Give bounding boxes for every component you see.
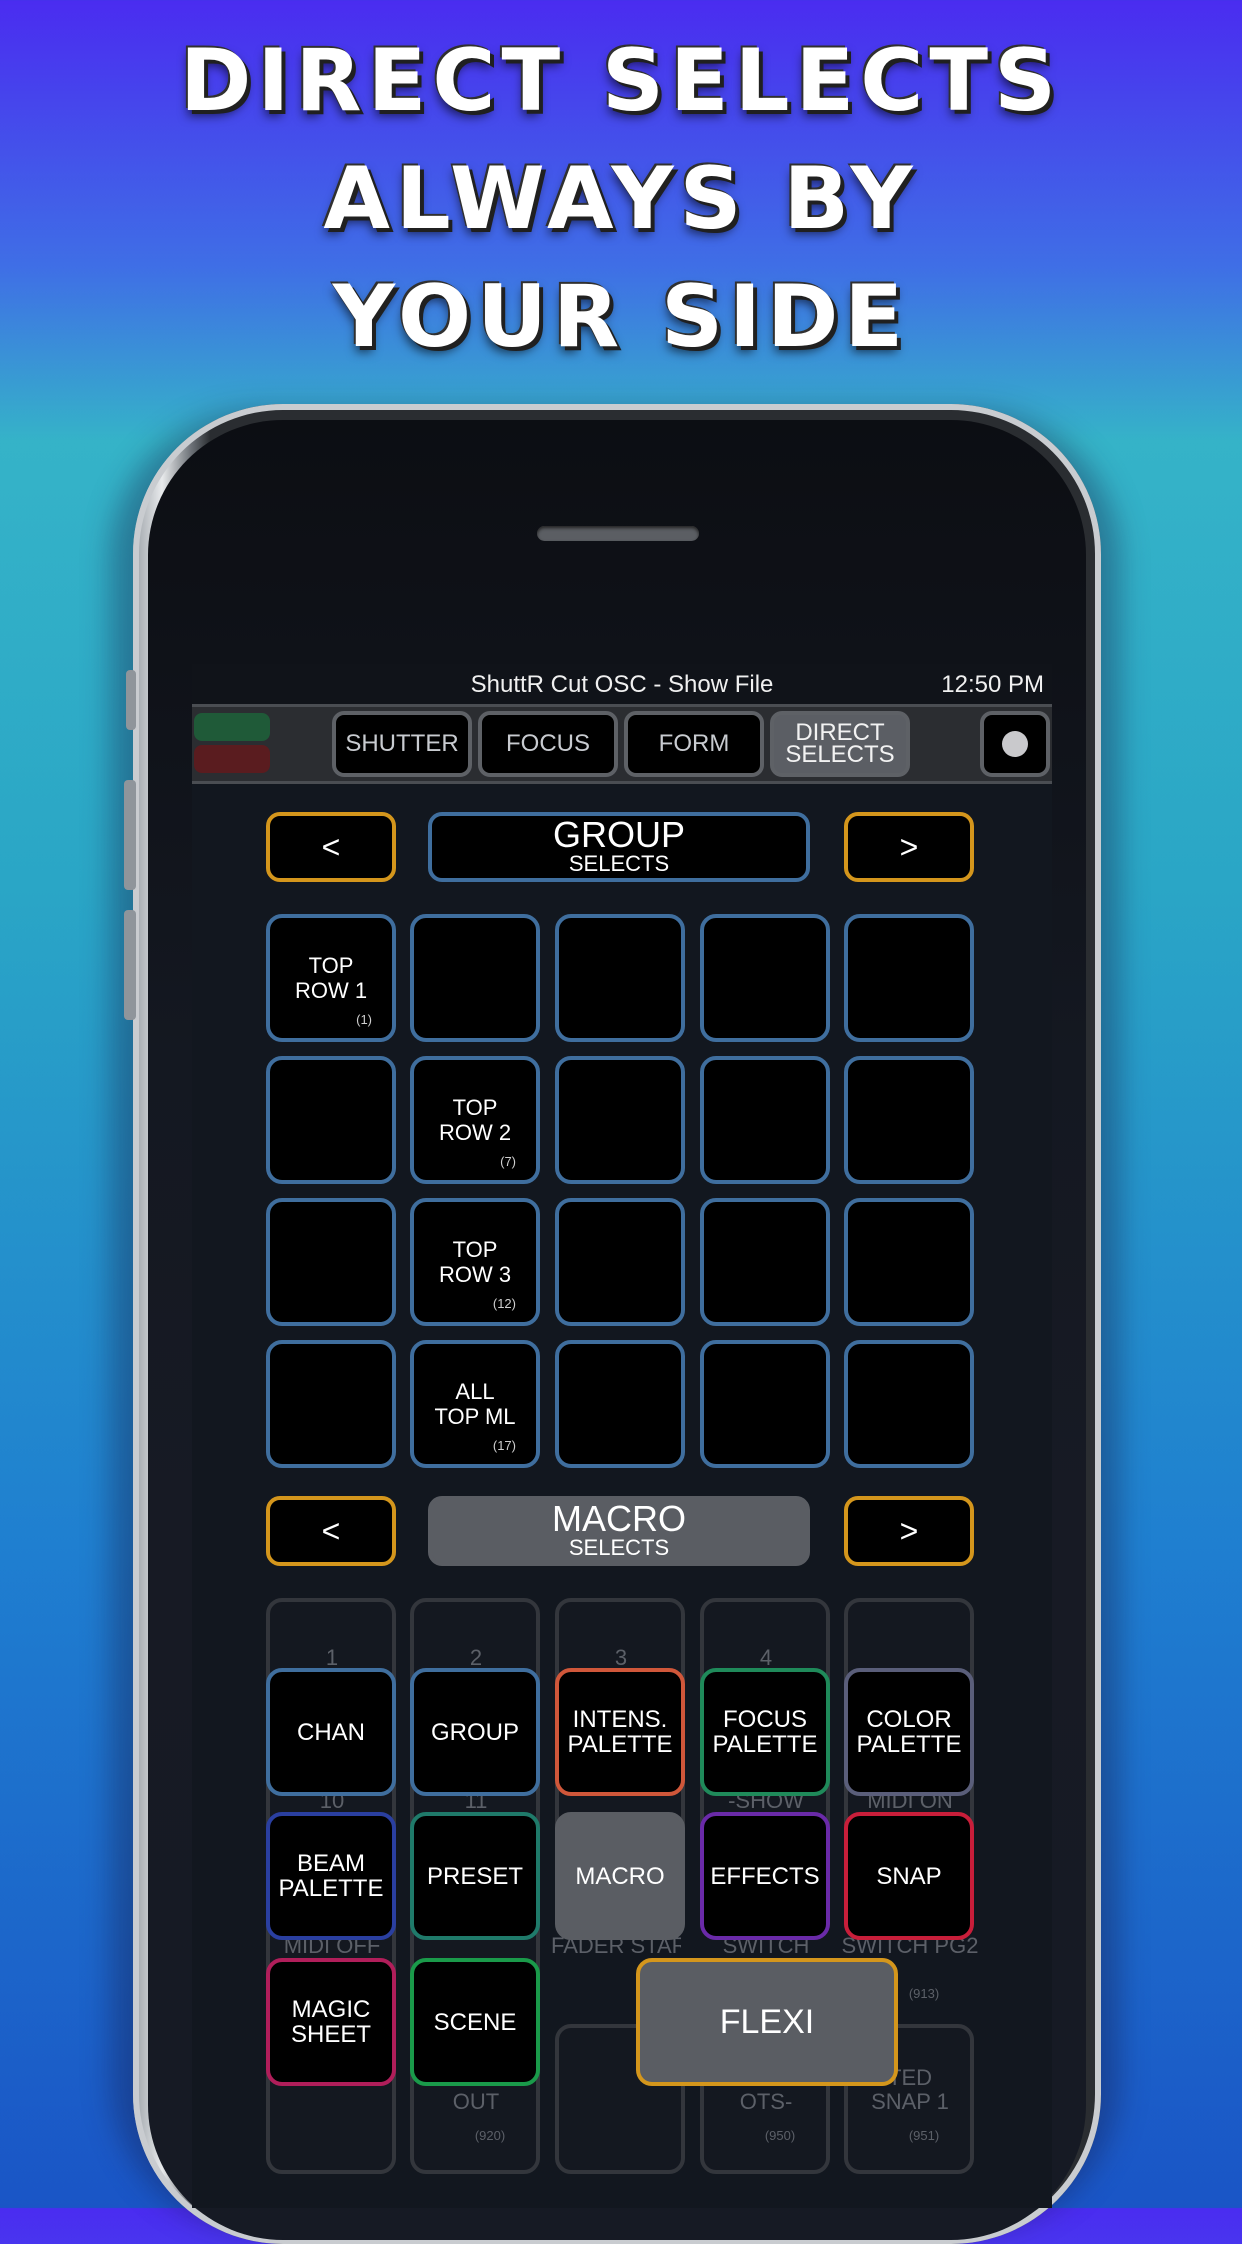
group-cell[interactable]	[844, 1056, 974, 1184]
tab-shutter[interactable]: SHUTTER	[332, 711, 472, 777]
clock: 12:50 PM	[941, 671, 1044, 698]
group-cell-line1: TOP	[452, 1095, 498, 1120]
group-cell-line1: ALL	[455, 1379, 495, 1404]
volume-down-button	[124, 910, 136, 1020]
group-cell-number: (7)	[500, 1154, 516, 1169]
macro-number: 1	[325, 1645, 339, 1670]
group-cell[interactable]	[555, 1056, 685, 1184]
menu-effects-button[interactable]: EFFECTS	[700, 1812, 830, 1940]
phone-speaker	[537, 526, 699, 541]
group-cell-line2: TOP ML	[434, 1404, 516, 1429]
tab-direct-selects[interactable]: DIRECT SELECTS	[770, 711, 910, 777]
group-cell[interactable]	[266, 1340, 396, 1468]
macro-label: SNAP 1	[871, 2089, 949, 2114]
menu-preset-button[interactable]: PRESET	[410, 1812, 540, 1940]
menu-magic-sheet-button[interactable]: MAGIC SHEET	[266, 1958, 396, 2086]
group-cell-number: (17)	[492, 1438, 516, 1453]
macro-selects-title: MACRO	[552, 1498, 686, 1539]
group-cell-line1: TOP	[452, 1237, 498, 1262]
group-cell[interactable]: ALL TOP ML (17)	[410, 1340, 540, 1468]
app-screen: ShuttR Cut OSC - Show File 12:50 PM SHUT…	[192, 664, 1052, 2208]
macro-number: (920)	[474, 2128, 506, 2143]
tab-direct-selects-line2: SELECTS	[785, 741, 895, 768]
menu-color-palette-button[interactable]: COLOR PALETTE	[844, 1668, 974, 1796]
macro-label: OTS-	[739, 2089, 793, 2114]
group-cell[interactable]: TOP ROW 2 (7)	[410, 1056, 540, 1184]
headline-line-3: YOUR SIDE	[332, 267, 910, 367]
group-cell[interactable]	[266, 1056, 396, 1184]
group-cell[interactable]: TOP ROW 3 (12)	[410, 1198, 540, 1326]
menu-scene-button[interactable]: SCENE	[410, 1958, 540, 2086]
toolbar: SHUTTER FOCUS FORM DIRECT SELECTS	[192, 704, 1052, 784]
group-cell-line2: ROW 1	[294, 978, 368, 1003]
group-cell[interactable]	[700, 1340, 830, 1468]
menu-macro-button[interactable]: MACRO	[555, 1812, 685, 1940]
macro-number: 3	[614, 1645, 628, 1670]
macro-number: (951)	[908, 2128, 940, 2143]
app-title: ShuttR Cut OSC - Show File	[470, 671, 774, 698]
group-cell[interactable]	[844, 1340, 974, 1468]
group-cell[interactable]	[844, 1198, 974, 1326]
status-indicator-red	[194, 745, 270, 773]
group-cell-number: (1)	[356, 1012, 372, 1027]
menu-intensity-palette-button[interactable]: INTENS. PALETTE	[555, 1668, 685, 1796]
volume-up-button	[124, 780, 136, 890]
group-cell[interactable]	[410, 914, 540, 1042]
headline-line-1: DIRECT SELECTS	[179, 31, 1063, 131]
macro-number: 4	[759, 1645, 773, 1670]
macro-prev-button[interactable]: <	[266, 1496, 396, 1566]
group-cell[interactable]	[555, 1340, 685, 1468]
group-cell[interactable]	[266, 1198, 396, 1326]
group-cell-line2: ROW 2	[438, 1120, 512, 1145]
menu-snap-button[interactable]: SNAP	[844, 1812, 974, 1940]
group-cell-line2: ROW 3	[438, 1262, 512, 1287]
group-selects-title: GROUP	[552, 814, 685, 855]
headline: DIRECT SELECTS ALWAYS BY YOUR SIDE	[0, 22, 1242, 376]
group-selects-header[interactable]: GROUP SELECTS	[428, 812, 810, 882]
tab-focus[interactable]: FOCUS	[478, 711, 618, 777]
macro-next-button[interactable]: >	[844, 1496, 974, 1566]
macro-selects-header[interactable]: MACRO SELECTS	[428, 1496, 810, 1566]
group-cell-line1: TOP	[308, 953, 354, 978]
macro-number: 2	[469, 1645, 483, 1670]
flexi-button[interactable]: FLEXI	[636, 1958, 898, 2086]
toolbar-inner: SHUTTER FOCUS FORM DIRECT SELECTS	[192, 707, 1052, 781]
menu-focus-palette-button[interactable]: FOCUS PALETTE	[700, 1668, 830, 1796]
group-prev-button[interactable]: <	[266, 812, 396, 882]
menu-beam-palette-button[interactable]: BEAM PALETTE	[266, 1812, 396, 1940]
status-indicator-green	[194, 713, 270, 741]
group-cell[interactable]	[555, 914, 685, 1042]
menu-group-button[interactable]: GROUP	[410, 1668, 540, 1796]
group-cell[interactable]	[844, 914, 974, 1042]
macro-number: (950)	[764, 2128, 796, 2143]
menu-chan-button[interactable]: CHAN	[266, 1668, 396, 1796]
group-cell-number: (12)	[492, 1296, 516, 1311]
mute-switch	[126, 670, 136, 730]
macro-label: OUT	[452, 2089, 500, 2114]
headline-line-2: ALWAYS BY	[323, 149, 919, 249]
macro-selects-subtitle: SELECTS	[568, 1535, 670, 1560]
record-button[interactable]	[980, 711, 1050, 777]
group-cell[interactable]	[700, 914, 830, 1042]
group-cell[interactable]	[700, 1056, 830, 1184]
status-bar: ShuttR Cut OSC - Show File 12:50 PM	[192, 664, 1052, 704]
group-cell[interactable]	[700, 1198, 830, 1326]
group-next-button[interactable]: >	[844, 812, 974, 882]
record-dot-icon	[1002, 731, 1028, 757]
group-cell[interactable]	[555, 1198, 685, 1326]
group-selects-subtitle: SELECTS	[568, 851, 670, 876]
group-cell[interactable]: TOP ROW 1 (1)	[266, 914, 396, 1042]
tab-form[interactable]: FORM	[624, 711, 764, 777]
